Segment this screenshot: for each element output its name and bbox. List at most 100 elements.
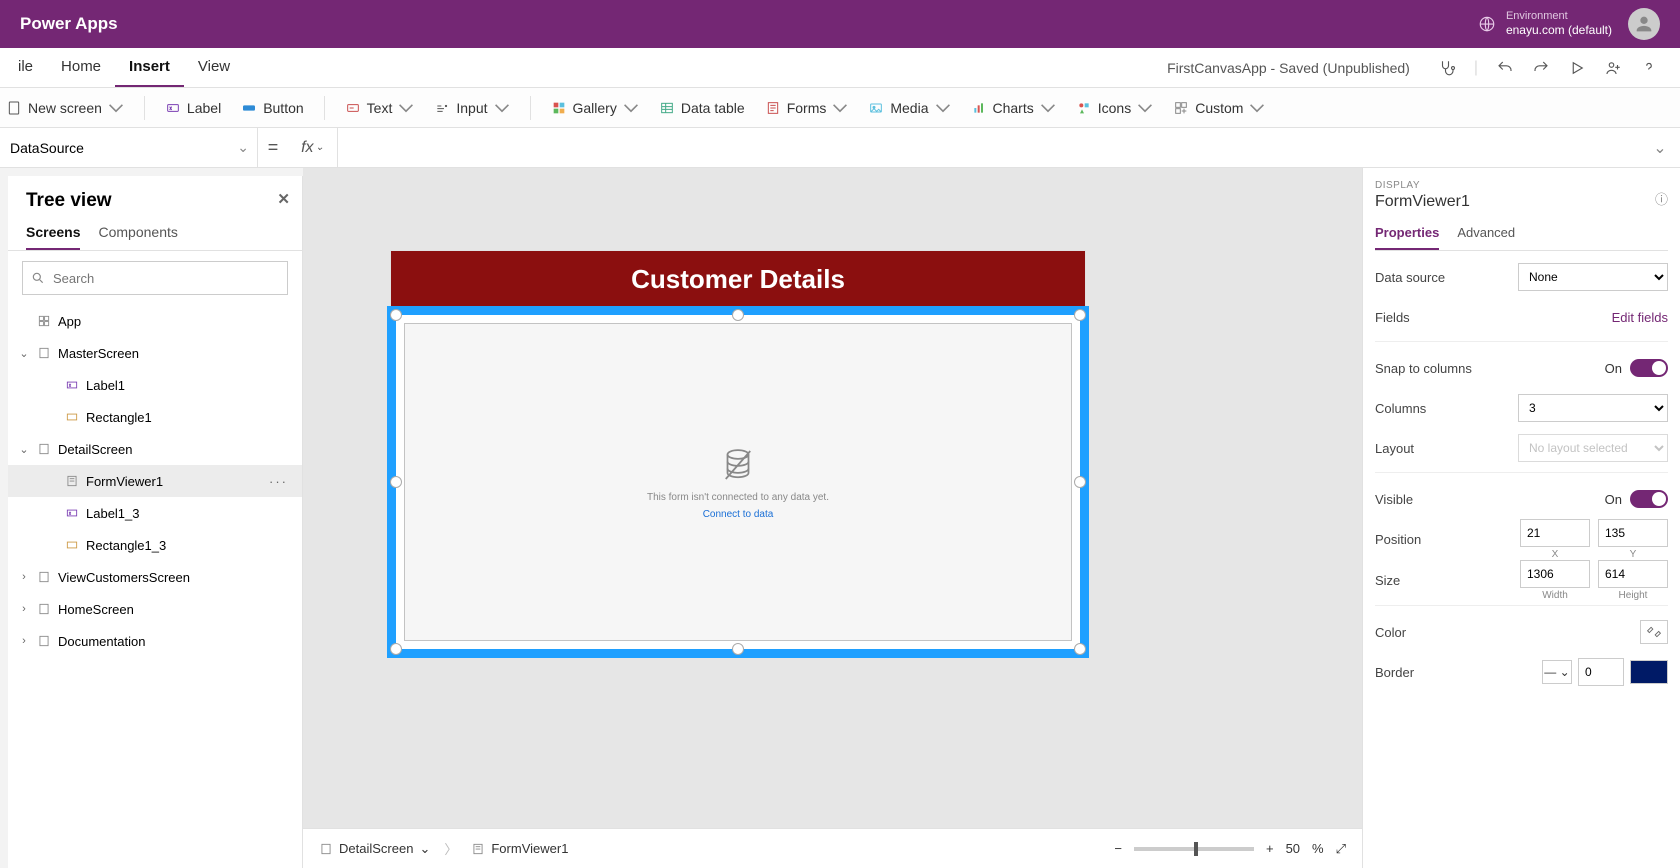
screen-icon [36,633,52,649]
insert-text-button[interactable]: Text [345,100,415,116]
resize-handle[interactable] [390,643,402,655]
menu-file[interactable]: ile [4,48,47,87]
prop-pos-x-sublabel: X [1552,549,1559,560]
prop-columns-label: Columns [1375,401,1426,416]
zoom-out-button[interactable]: − [1114,841,1122,856]
menu-view[interactable]: View [184,48,244,87]
menu-home[interactable]: Home [47,48,115,87]
insert-input-button[interactable]: Input [434,100,509,116]
chevron-down-icon[interactable]: ⌄ [18,443,30,456]
redo-button[interactable] [1532,59,1550,77]
screen-icon [36,601,52,617]
canvas[interactable]: Customer Details This form isn't connect… [303,168,1362,828]
tab-components[interactable]: Components [98,218,177,250]
prop-columns-select[interactable]: 3 [1518,394,1668,422]
insert-custom-button[interactable]: Custom [1173,100,1265,116]
prop-height-sublabel: Height [1619,590,1648,601]
tree-node-label1[interactable]: Label1 [8,369,302,401]
chevron-down-icon[interactable]: ⌄ [18,347,30,360]
help-icon[interactable]: ⓘ [1655,189,1668,208]
more-icon[interactable]: ··· [269,474,288,489]
tree-node-homescreen[interactable]: › HomeScreen [8,593,302,625]
fx-button[interactable]: fx ⌄ [288,128,338,167]
zoom-slider[interactable] [1134,847,1254,851]
breadcrumb-control[interactable]: FormViewer1 [471,841,568,856]
play-button[interactable] [1568,59,1586,77]
breadcrumb-screen[interactable]: DetailScreen ⌄ [319,841,430,857]
environment-picker[interactable]: Environment enayu.com (default) [1478,10,1612,38]
formula-input[interactable] [338,128,1640,167]
prop-height-input[interactable] [1598,560,1668,588]
app-checker-button[interactable] [1438,59,1456,77]
tree-node-label: MasterScreen [58,346,139,361]
share-button[interactable] [1604,59,1622,77]
prop-visible-toggle[interactable] [1630,490,1668,508]
prop-snap-toggle[interactable] [1630,359,1668,377]
zoom-value: 50 [1286,841,1300,856]
resize-handle[interactable] [1074,309,1086,321]
resize-handle[interactable] [732,309,744,321]
resize-handle[interactable] [732,643,744,655]
resize-handle[interactable] [390,309,402,321]
insert-media-button[interactable]: Media [868,100,950,116]
prop-pos-y-input[interactable] [1598,519,1668,547]
tab-advanced[interactable]: Advanced [1457,219,1515,250]
tab-properties[interactable]: Properties [1375,219,1439,250]
close-icon[interactable]: ✕ [277,190,290,208]
prop-border-style[interactable]: — ⌄ [1542,660,1572,684]
prop-border-color[interactable] [1630,660,1668,684]
tree-node-documentation[interactable]: › Documentation [8,625,302,657]
prop-border-width-input[interactable] [1578,658,1624,686]
tree-node-app[interactable]: App [8,305,302,337]
resize-handle[interactable] [390,476,402,488]
insert-button-button[interactable]: Button [241,100,303,116]
tree-node-rectangle1[interactable]: Rectangle1 [8,401,302,433]
menubar: ile Home Insert View FirstCanvasApp - Sa… [0,48,1680,88]
tree-node-viewcustomers[interactable]: › ViewCustomersScreen [8,561,302,593]
menu-insert[interactable]: Insert [115,48,184,87]
tree-node-masterscreen[interactable]: ⌄ MasterScreen [8,337,302,369]
tree-node-label: App [58,314,81,329]
insert-charts-button[interactable]: Charts [971,100,1056,116]
chevron-right-icon[interactable]: › [18,603,30,615]
tab-screens[interactable]: Screens [26,218,80,250]
chevron-down-icon [1249,100,1265,116]
property-selector[interactable]: DataSource [0,128,258,167]
prop-width-input[interactable] [1520,560,1590,588]
tree-search-input[interactable] [53,271,279,286]
tree-view-panel: Tree view ✕ Screens Components App ⌄ Mas… [8,176,303,868]
undo-button[interactable] [1496,59,1514,77]
chevron-right-icon[interactable]: › [18,571,30,583]
new-screen-button[interactable]: New screen [6,100,124,116]
insert-gallery-text: Gallery [573,100,617,116]
prop-datasource-select[interactable]: None [1518,263,1668,291]
insert-icons-button[interactable]: Icons [1076,100,1153,116]
resize-handle[interactable] [1074,643,1086,655]
tree-node-label1-3[interactable]: Label1_3 [8,497,302,529]
formviewer-selection[interactable]: This form isn't connected to any data ye… [387,306,1089,658]
icons-icon [1076,100,1092,116]
fit-to-window-button[interactable]: ⤢ [1336,841,1346,857]
edit-fields-link[interactable]: Edit fields [1612,310,1668,325]
media-icon [868,100,884,116]
help-button[interactable] [1640,59,1658,77]
new-screen-label: New screen [28,100,102,116]
zoom-in-button[interactable]: + [1266,841,1274,856]
tree-search-box[interactable] [22,261,288,295]
formula-expand-button[interactable]: ⌄ [1640,138,1680,158]
gallery-icon [551,100,567,116]
tree-node-detailscreen[interactable]: ⌄ DetailScreen [8,433,302,465]
chevron-right-icon[interactable]: › [18,635,30,647]
insert-forms-button[interactable]: Forms [765,100,849,116]
resize-handle[interactable] [1074,476,1086,488]
insert-gallery-button[interactable]: Gallery [551,100,639,116]
avatar[interactable] [1628,8,1660,40]
chevron-down-icon[interactable]: ⌄ [419,841,430,857]
tree-node-formviewer1[interactable]: FormViewer1 ··· [8,465,302,497]
tree-node-rectangle1-3[interactable]: Rectangle1_3 [8,529,302,561]
prop-color-picker[interactable] [1640,620,1668,644]
insert-datatable-button[interactable]: Data table [659,100,745,116]
connect-to-data-link[interactable]: Connect to data [703,509,774,520]
insert-label-button[interactable]: Label [165,100,221,116]
prop-pos-x-input[interactable] [1520,519,1590,547]
